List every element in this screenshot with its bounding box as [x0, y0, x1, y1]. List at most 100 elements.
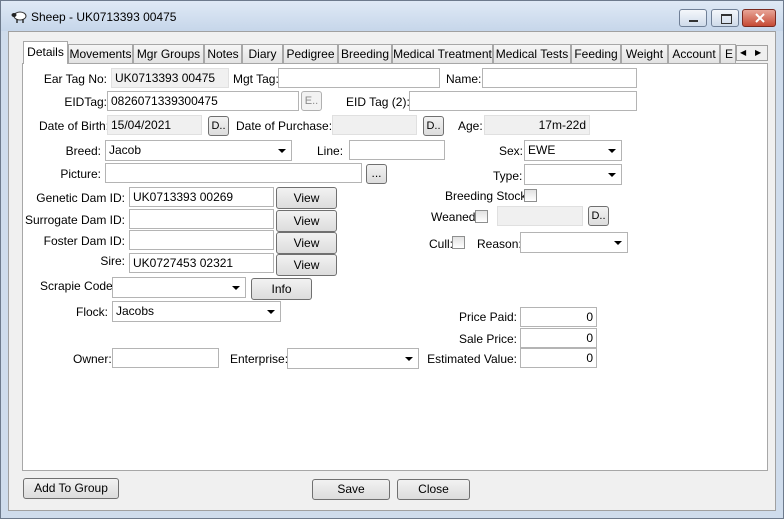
close-icon	[755, 13, 765, 23]
owner-label: Owner:	[73, 352, 112, 366]
cull-label: Cull:	[429, 237, 454, 251]
age-field: 17m-22d	[484, 115, 590, 135]
tab-scroll-buttons: ◀ ▶	[736, 45, 768, 61]
chevron-down-icon	[278, 149, 286, 153]
type-select[interactable]	[524, 164, 622, 185]
save-button[interactable]: Save	[312, 479, 390, 500]
breeding-stock-checkbox[interactable]	[524, 189, 537, 202]
maximize-icon	[721, 14, 732, 24]
chevron-down-icon	[405, 357, 413, 361]
weaned-date-field	[497, 206, 583, 226]
mgt-tag-input[interactable]	[278, 68, 440, 88]
scrapie-code-label: Scrapie Code:	[40, 279, 117, 293]
chevron-down-icon	[267, 310, 275, 314]
weaned-date-button[interactable]: D..	[588, 206, 609, 226]
chevron-down-icon	[608, 149, 616, 153]
foster-dam-label: Foster Dam ID:	[43, 234, 125, 248]
mgt-tag-label: Mgt Tag:	[233, 72, 279, 86]
picture-input[interactable]	[105, 163, 362, 183]
close-window-button[interactable]	[742, 9, 776, 27]
scroll-right-icon[interactable]: ▶	[755, 48, 761, 57]
dob-date-button[interactable]: D..	[208, 116, 229, 136]
tab-diary[interactable]: Diary	[242, 44, 283, 63]
breeding-stock-label: Breeding Stock:	[445, 189, 530, 203]
tab-weight[interactable]: Weight	[621, 44, 668, 63]
estimated-value-input[interactable]: 0	[520, 348, 597, 368]
chevron-down-icon	[614, 241, 622, 245]
dop-date-button[interactable]: D..	[423, 116, 444, 136]
line-input[interactable]	[349, 140, 445, 160]
eid-tag-label: EIDTag:	[64, 95, 107, 109]
sheep-window: Sheep - UK0713393 00475 Details Movement…	[0, 0, 784, 519]
tab-pedigree[interactable]: Pedigree	[283, 44, 338, 63]
sex-select[interactable]: EWE	[524, 140, 622, 161]
dop-label: Date of Purchase:	[236, 119, 333, 133]
chevron-down-icon	[232, 286, 240, 290]
sale-price-input[interactable]: 0	[520, 328, 597, 348]
chevron-down-icon	[608, 173, 616, 177]
tab-breeding[interactable]: Breeding	[338, 44, 392, 63]
weaned-checkbox[interactable]	[475, 210, 488, 223]
genetic-dam-label: Genetic Dam ID:	[36, 191, 125, 205]
scrapie-info-button[interactable]: Info	[251, 278, 312, 300]
foster-dam-view-button[interactable]: View	[276, 232, 337, 254]
genetic-dam-view-button[interactable]: View	[276, 187, 337, 209]
picture-browse-button[interactable]: ...	[366, 164, 387, 184]
name-label: Name:	[446, 72, 482, 86]
tab-medical-treatment[interactable]: Medical Treatment	[392, 44, 493, 63]
name-input[interactable]	[482, 68, 637, 88]
window-title: Sheep - UK0713393 00475	[31, 10, 177, 24]
ear-tag-field: UK0713393 00475	[111, 68, 229, 88]
price-paid-label: Price Paid:	[458, 310, 517, 324]
weaned-label: Weaned	[431, 210, 476, 224]
scrapie-code-select[interactable]	[112, 277, 246, 298]
foster-dam-input[interactable]	[129, 230, 274, 250]
tab-account[interactable]: Account	[668, 44, 720, 63]
flock-value: Jacobs	[116, 304, 155, 318]
owner-input[interactable]	[112, 348, 219, 368]
surrogate-dam-input[interactable]	[129, 209, 274, 229]
eid-lookup-button[interactable]: E..	[301, 91, 322, 111]
eid-tag-input[interactable]: 0826071339300475	[107, 91, 299, 111]
tab-mgr-groups[interactable]: Mgr Groups	[133, 44, 204, 63]
tab-details[interactable]: Details	[23, 41, 68, 64]
tab-movements[interactable]: Movements	[68, 44, 133, 63]
title-bar: Sheep - UK0713393 00475	[1, 1, 783, 31]
price-paid-input[interactable]: 0	[520, 307, 597, 327]
flock-label: Flock:	[75, 305, 108, 319]
dop-field	[332, 115, 417, 135]
minimize-icon	[689, 20, 698, 22]
maximize-button[interactable]	[711, 9, 739, 27]
breed-label: Breed:	[65, 144, 101, 158]
surrogate-dam-view-button[interactable]: View	[276, 210, 337, 232]
enterprise-select[interactable]	[287, 348, 419, 369]
reason-select[interactable]	[520, 232, 628, 253]
add-to-group-button[interactable]: Add To Group	[23, 478, 119, 499]
minimize-button[interactable]	[679, 9, 707, 27]
tab-medical-tests[interactable]: Medical Tests	[493, 44, 571, 63]
close-button[interactable]: Close	[397, 479, 470, 500]
sex-label: Sex:	[499, 144, 524, 158]
tab-feeding[interactable]: Feeding	[571, 44, 621, 63]
cull-checkbox[interactable]	[452, 236, 465, 249]
ear-tag-label: Ear Tag No:	[43, 72, 107, 86]
sire-view-button[interactable]: View	[276, 254, 337, 276]
enterprise-label: Enterprise:	[230, 352, 289, 366]
tab-notes[interactable]: Notes	[204, 44, 242, 63]
picture-label: Picture:	[60, 167, 101, 181]
scroll-left-icon[interactable]: ◀	[740, 48, 746, 57]
eid-tag2-input[interactable]	[409, 91, 637, 111]
eid-tag2-label: EID Tag (2):	[346, 95, 410, 109]
tab-overflow[interactable]: E	[720, 44, 736, 63]
sale-price-label: Sale Price:	[458, 332, 517, 346]
age-label: Age:	[458, 119, 483, 133]
details-panel: Ear Tag No: UK0713393 00475 Mgt Tag: Nam…	[22, 63, 768, 471]
line-label: Line:	[317, 144, 344, 158]
sire-input[interactable]: UK0727453 02321	[129, 253, 274, 273]
sex-value: EWE	[528, 143, 556, 157]
sheep-icon	[11, 11, 27, 23]
genetic-dam-input[interactable]: UK0713393 00269	[129, 187, 274, 207]
flock-select[interactable]: Jacobs	[112, 301, 281, 322]
breed-select[interactable]: Jacob	[105, 140, 292, 161]
reason-label: Reason:	[477, 237, 522, 251]
